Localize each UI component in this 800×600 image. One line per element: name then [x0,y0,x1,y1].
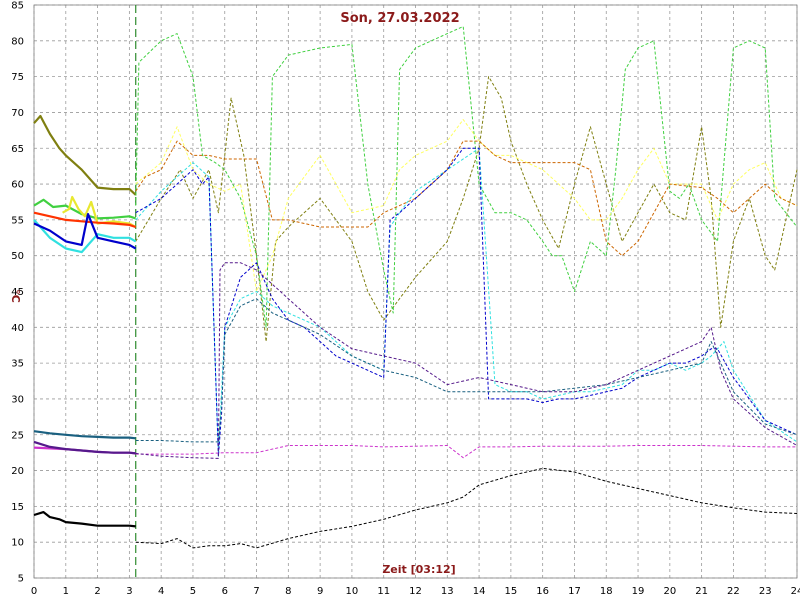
y-tick-label: 55 [11,215,24,226]
x-tick-label: 13 [441,586,454,597]
y-tick-label: 70 [11,108,24,119]
x-tick-label: 0 [31,586,37,597]
x-tick-label: 15 [505,586,518,597]
x-tick-label: 11 [377,586,390,597]
x-tick-label: 18 [600,586,613,597]
x-tick-label: 4 [158,586,164,597]
y-tick-label: 10 [11,538,24,549]
y-tick-label: 35 [11,359,24,370]
y-tick-label: 65 [11,144,24,155]
x-tick-label: 23 [759,586,772,597]
y-axis-label: °C [9,289,22,303]
x-tick-label: 24 [791,586,800,597]
y-tick-label: 20 [11,466,24,477]
x-tick-label: 20 [663,586,676,597]
x-tick-label: 12 [409,586,422,597]
x-tick-label: 10 [346,586,359,597]
y-tick-label: 30 [11,394,24,405]
x-tick-label: 8 [285,586,291,597]
y-tick-label: 60 [11,180,24,191]
chart-title: Son, 27.03.2022 [340,11,459,26]
y-tick-label: 25 [11,430,24,441]
chart-svg: 0123456789101112131415161718192021222324… [0,0,800,600]
y-tick-label: 5 [18,574,24,585]
x-tick-label: 6 [222,586,228,597]
x-tick-label: 19 [632,586,645,597]
y-tick-label: 40 [11,323,24,334]
x-tick-label: 9 [317,586,323,597]
x-tick-label: 2 [94,586,100,597]
y-tick-label: 50 [11,251,24,262]
x-tick-label: 21 [695,586,708,597]
y-tick-label: 80 [11,36,24,47]
x-tick-label: 17 [568,586,581,597]
chart-background [0,0,800,600]
x-tick-label: 5 [190,586,196,597]
x-tick-label: 3 [126,586,132,597]
x-tick-label: 22 [727,586,740,597]
y-tick-label: 15 [11,502,24,513]
x-axis-label: Zeit [03:12] [382,563,455,576]
x-tick-label: 1 [63,586,69,597]
chart: 0123456789101112131415161718192021222324… [0,0,800,600]
x-tick-label: 14 [473,586,486,597]
y-tick-label: 85 [11,1,24,12]
y-tick-label: 75 [11,72,24,83]
x-tick-label: 7 [253,586,259,597]
x-tick-label: 16 [536,586,549,597]
